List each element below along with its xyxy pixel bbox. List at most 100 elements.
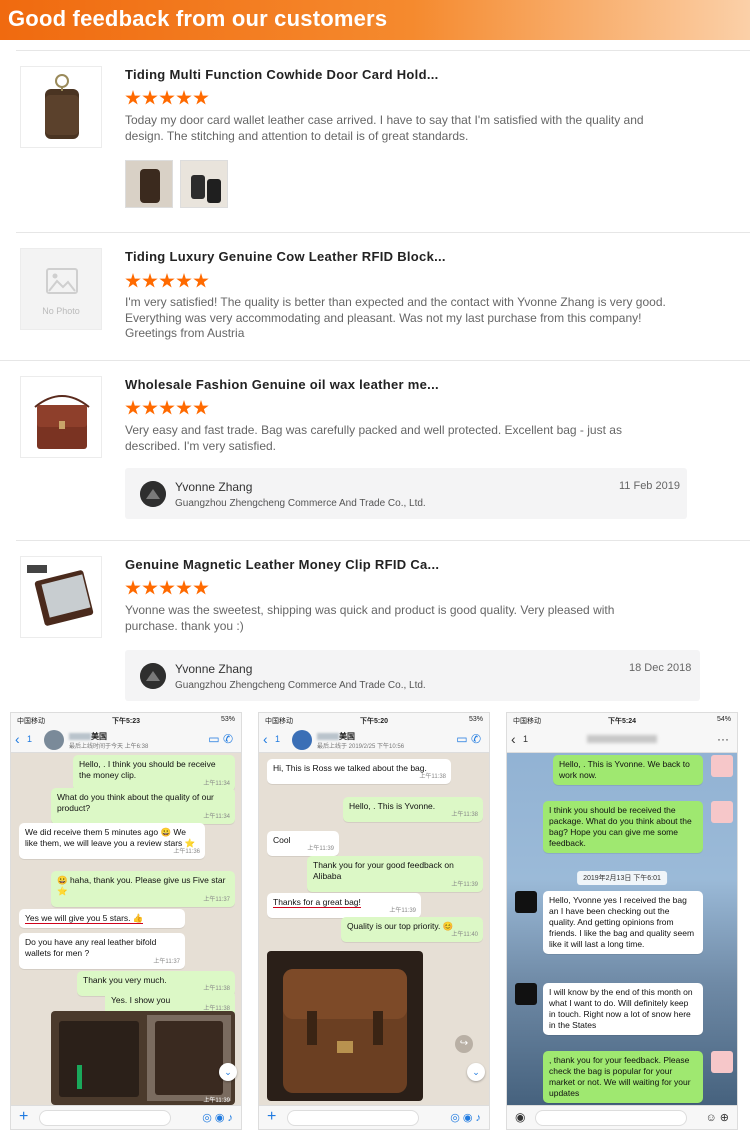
review-text: Yvonne was the sweetest, shipping was qu… [125,603,615,633]
message-text: Thanks for a great bag! [273,897,361,908]
product-title[interactable]: Tiding Luxury Genuine Cow Leather RFID B… [125,249,446,264]
message-time: 上午11:37 [153,959,180,965]
message-bubble: Hello, Yvonne yes I received the bag an … [543,891,703,954]
clock: 下午5:20 [359,718,388,725]
camera-mic-icons[interactable]: ◎ ◉ ♪ [450,1111,481,1124]
avatar [711,755,733,777]
camera-mic-icons[interactable]: ◎ ◉ ♪ [202,1111,233,1124]
message-text: Thank you very much. [83,975,167,985]
star-icon [193,273,209,288]
review-card: Tiding Multi Function Cowhide Door Card … [0,50,750,230]
unread-count: 1 [523,734,529,744]
star-icon [142,400,158,415]
seller-reply: Yvonne Zhang Guangzhou Zhengcheng Commer… [125,650,700,701]
message-bubble: We did receive them 5 minutes ago 😀 We l… [19,823,205,859]
message-text: Hi, This is Ross we talked about the bag… [273,763,427,773]
message-text: Hello, . This is Yvonne. [349,801,436,811]
chat-header: ‹ 1 美国 最后上线时间于今天 上午6:38 ▭ ✆ [11,727,241,753]
divider [16,232,750,233]
message-text: We did receive them 5 minutes ago 😀 We l… [25,827,196,848]
review-card: Genuine Magnetic Leather Money Clip RFID… [0,540,750,701]
emoji-add-icons[interactable]: ☺ ⊕ [705,1111,729,1124]
back-icon[interactable]: ‹ [15,731,20,747]
reply-date: 11 Feb 2019 [619,480,680,492]
more-icon[interactable]: ··· [717,732,729,746]
message-input[interactable] [287,1110,419,1126]
voice-icon[interactable]: ◉ [515,1110,525,1124]
message-time: 上午11:38 [451,812,478,818]
share-icon[interactable]: ↪ [455,1035,473,1053]
back-icon[interactable]: ‹ [263,731,268,747]
message-bubble: I will know by the end of this month on … [543,983,703,1035]
seller-company: Guangzhou Zhengcheng Commerce And Trade … [175,498,426,509]
message-input[interactable] [39,1110,171,1126]
status-bar: 中国移动 下午5:20 53% [259,713,489,727]
message-bubble: Thank you for your good feedback on Alib… [307,856,483,892]
add-icon[interactable]: + [19,1108,28,1126]
message-text: Yes we will give you 5 stars. 👍 [25,913,144,924]
message-bubble: Hello, . I think you should be receive t… [73,755,235,791]
product-title[interactable]: Tiding Multi Function Cowhide Door Card … [125,67,439,82]
message-text: , thank you for your feedback. Please ch… [549,1055,691,1098]
message-time: 上午11:34 [203,814,230,820]
product-title[interactable]: Genuine Magnetic Leather Money Clip RFID… [125,557,439,572]
star-icon [176,90,192,105]
star-icon [125,90,141,105]
message-bubble: Hi, This is Ross we talked about the bag… [267,759,451,784]
seller-name: Yvonne Zhang [175,662,253,676]
chat-header: ‹ 1 美国 最后上线于 2019/2/25 下午10:56 ▭ ✆ [259,727,489,753]
divider [0,360,750,361]
product-thumbnail[interactable]: No Photo [20,248,102,330]
clock: 下午5:23 [111,718,140,725]
back-icon[interactable]: ‹ [511,731,516,747]
star-icon [125,400,141,415]
chat-screenshot: 中国移动 下午5:23 53% ‹ 1 美国 最后上线时间于今天 上午6:38 … [10,712,242,1130]
star-icon [176,273,192,288]
star-icon [142,90,158,105]
banner-title: Good feedback from our customers [8,6,388,31]
message-time: 上午11:39 [451,882,478,888]
message-bubble: Cool 上午11:39 [267,831,339,856]
scroll-down-icon[interactable]: ⌄ [467,1063,485,1081]
product-thumbnail[interactable] [20,376,102,458]
call-icons[interactable]: ▭ ✆ [208,732,233,746]
product-thumbnail[interactable] [20,66,102,148]
wallet-photo[interactable]: 上午11:39 [51,1011,235,1105]
status-bar: 中国移动 下午5:24 54% [507,713,737,727]
message-bubble: Hello, . This is Yvonne. 上午11:38 [343,797,483,822]
rating-stars [125,90,209,106]
feedback-banner: Good feedback from our customers [0,0,750,40]
message-bubble: Thanks for a great bag! 上午11:39 [267,893,421,918]
avatar [140,481,166,507]
message-bubble: 😀 haha, thank you. Please give us Five s… [51,871,235,907]
message-input[interactable] [535,1110,687,1126]
review-card: Wholesale Fashion Genuine oil wax leathe… [0,360,750,535]
message-bubble: , thank you for your feedback. Please ch… [543,1051,703,1103]
product-thumbnail[interactable] [20,556,102,638]
message-bubble: What do you think about the quality of o… [51,788,235,824]
message-time: 上午11:39 [389,908,416,914]
composer: + ◎ ◉ ♪ [11,1105,241,1129]
avatar [292,730,312,750]
product-title[interactable]: Wholesale Fashion Genuine oil wax leathe… [125,377,439,392]
clock: 下午5:24 [607,718,636,725]
review-photo[interactable] [125,160,173,208]
star-icon [176,400,192,415]
unread-count: 1 [275,734,281,744]
divider [16,50,750,51]
rating-stars [125,400,209,416]
avatar [44,730,64,750]
avatar [140,663,166,689]
review-text: I'm very satisfied! The quality is bette… [125,295,666,340]
bag-photo[interactable] [267,951,423,1101]
message-time: 上午11:36 [173,849,200,855]
star-icon [176,580,192,595]
review-photo[interactable] [180,160,228,208]
message-text: I think you should be received the packa… [549,805,692,848]
no-photo-icon [21,249,101,329]
message-text: 😀 haha, thank you. Please give us Five s… [57,875,226,896]
scroll-down-icon[interactable]: ⌄ [219,1063,237,1081]
add-icon[interactable]: + [267,1108,276,1126]
composer: + ◎ ◉ ♪ [259,1105,489,1129]
call-icons[interactable]: ▭ ✆ [456,732,481,746]
